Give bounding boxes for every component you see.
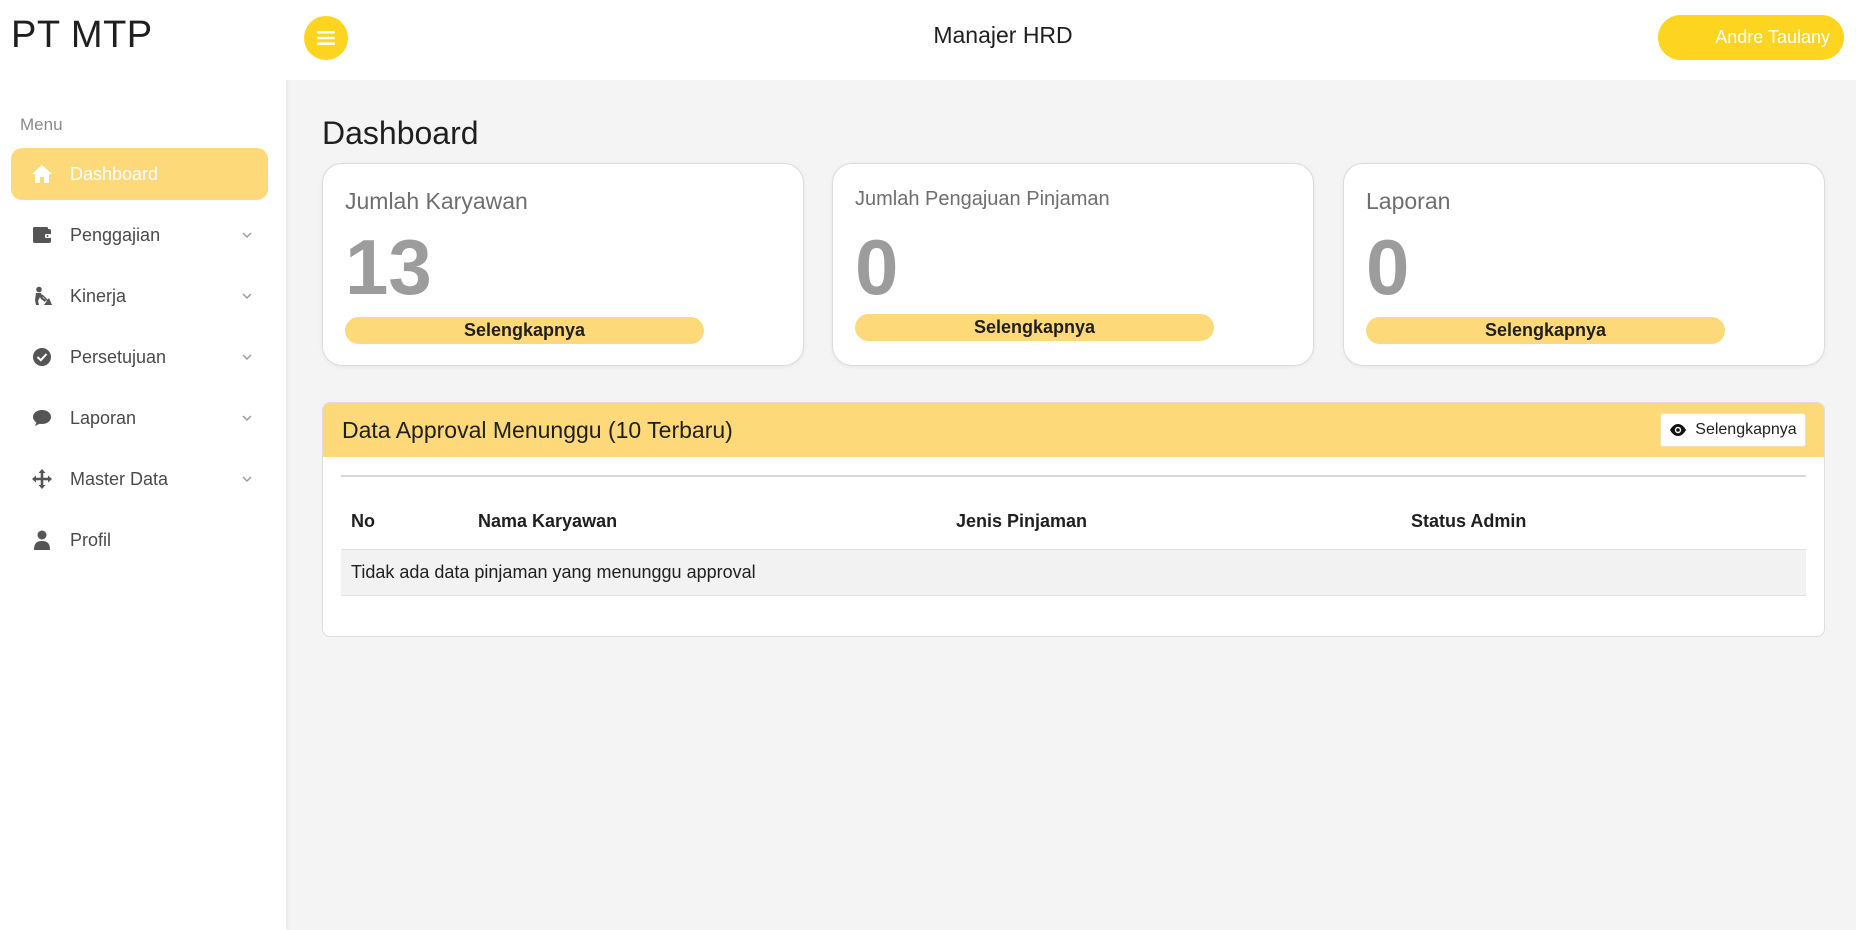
stat-card-pengajuan-pinjaman: Jumlah Pengajuan Pinjaman 0 Selengkapnya [832,163,1314,366]
stat-card-more-button[interactable]: Selengkapnya [855,314,1214,341]
column-header-status-admin: Status Admin [1401,495,1806,550]
sidebar-item-kinerja[interactable]: Kinerja [11,270,268,322]
sidebar-item-label: Penggajian [70,224,161,245]
column-header-jenis-pinjaman: Jenis Pinjaman [946,495,1401,550]
arrows-move-icon [31,468,53,490]
chevron-down-icon [242,232,252,238]
check-circle-icon [31,346,53,368]
sidebar-item-label: Master Data [70,468,169,489]
stat-card-title: Laporan [1366,188,1451,214]
chevron-down-icon [242,354,252,360]
page-title: Dashboard [322,115,479,151]
comment-icon [31,407,53,429]
table-row: Tidak ada data pinjaman yang menunggu ap… [341,549,1806,596]
empty-table-message: Tidak ada data pinjaman yang menunggu ap… [341,549,1806,596]
stat-card-value: 0 [1366,223,1410,311]
chevron-down-icon [242,476,252,482]
chevron-down-icon [242,415,252,421]
stat-card-karyawan: Jumlah Karyawan 13 Selengkapnya [322,163,804,366]
divider [341,475,1806,477]
approval-more-label: Selengkapnya [1695,421,1797,438]
top-bar: Manajer HRD Andre Taulany [286,0,1856,80]
sidebar-item-persetujuan[interactable]: Persetujuan [11,331,268,383]
stat-card-title: Jumlah Karyawan [345,188,528,214]
menu-section-label: Menu [20,115,63,134]
stat-card-more-button[interactable]: Selengkapnya [1366,317,1725,344]
sidebar-item-label: Profil [70,529,112,550]
stat-card-value: 13 [345,223,432,311]
stat-card-title: Jumlah Pengajuan Pinjaman [855,188,1110,210]
column-header-no: No [341,495,468,550]
wallet-icon [31,224,53,246]
person-digging-icon [31,285,53,307]
user-menu-button[interactable]: Andre Taulany [1658,15,1844,60]
sidebar-item-master-data[interactable]: Master Data [11,453,268,505]
sidebar-item-penggajian[interactable]: Penggajian [11,209,268,261]
approval-table: No Nama Karyawan Jenis Pinjaman Status A… [341,495,1806,596]
brand-title: PT MTP [11,14,153,56]
sidebar-item-label: Persetujuan [70,346,167,367]
chevron-down-icon [242,293,252,299]
approval-panel-title: Data Approval Menunggu (10 Terbaru) [342,417,733,443]
stat-card-laporan: Laporan 0 Selengkapnya [1343,163,1825,366]
sidebar-item-label: Laporan [70,407,137,428]
approval-more-button[interactable]: Selengkapnya [1660,413,1806,447]
sidebar-item-dashboard[interactable]: Dashboard [11,148,268,200]
home-icon [31,163,53,185]
stat-card-value: 0 [855,223,899,311]
sidebar-item-profil[interactable]: Profil [11,514,268,566]
sidebar-item-label: Dashboard [70,163,159,184]
table-header-row: No Nama Karyawan Jenis Pinjaman Status A… [341,495,1806,550]
sidebar-item-laporan[interactable]: Laporan [11,392,268,444]
stat-card-more-button[interactable]: Selengkapnya [345,317,704,344]
approval-panel: Data Approval Menunggu (10 Terbaru) Sele… [322,402,1825,637]
sidebar-item-label: Kinerja [70,285,127,306]
sidebar: PT MTP Menu Dashboard Penggajian Kinerja [0,0,286,930]
role-title: Manajer HRD [933,22,1073,48]
user-icon [31,529,53,551]
approval-panel-header: Data Approval Menunggu (10 Terbaru) Sele… [323,403,1824,457]
eye-icon [1669,423,1687,437]
column-header-nama-karyawan: Nama Karyawan [468,495,946,550]
sidebar-nav: Dashboard Penggajian Kinerja Persetujuan [11,148,268,575]
